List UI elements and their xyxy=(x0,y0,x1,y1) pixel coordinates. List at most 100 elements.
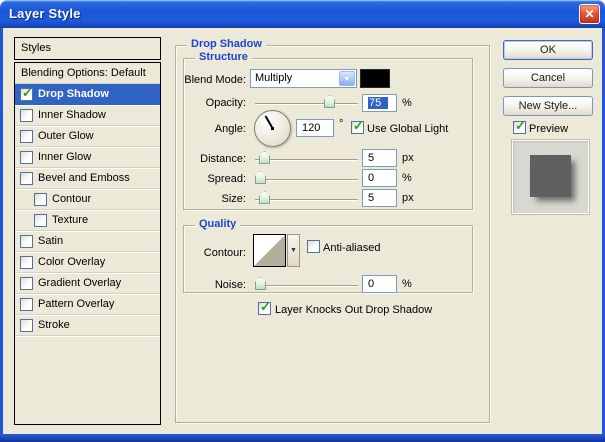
checkbox-icon[interactable] xyxy=(20,318,33,332)
sidebar-item-gradient-overlay[interactable]: Gradient Overlay xyxy=(15,273,160,294)
size-unit: px xyxy=(402,192,414,204)
ok-button[interactable]: OK xyxy=(503,40,593,60)
layer-style-dialog: Layer Style ✕ Styles Blending Options: D… xyxy=(0,0,605,442)
sidebar-item-label: Inner Shadow xyxy=(38,109,106,121)
contour-thumbnail[interactable] xyxy=(253,234,286,267)
checkbox-icon[interactable] xyxy=(20,150,33,164)
sidebar-item-texture[interactable]: Texture xyxy=(15,210,160,231)
checkbox-icon[interactable] xyxy=(20,276,33,290)
window-border-left xyxy=(0,28,3,442)
contour-label: Contour: xyxy=(203,247,246,259)
size-label: Size: xyxy=(221,193,246,205)
quality-group-title: Quality xyxy=(195,218,241,230)
distance-slider[interactable] xyxy=(255,150,358,164)
preview-label: Preview xyxy=(529,123,569,135)
distance-unit: px xyxy=(402,152,414,164)
angle-value: 120 xyxy=(302,122,321,134)
layer-knocks-out-checkbox[interactable] xyxy=(258,300,271,315)
spread-field[interactable]: 0 xyxy=(362,169,397,187)
checkbox-icon[interactable] xyxy=(34,213,47,227)
distance-slider-track[interactable] xyxy=(255,159,358,161)
noise-label: Noise: xyxy=(214,279,246,291)
angle-hub xyxy=(271,127,274,130)
sidebar-item-stroke[interactable]: Stroke xyxy=(15,315,160,336)
use-global-light-label: Use Global Light xyxy=(367,123,449,135)
size-slider-thumb[interactable] xyxy=(259,191,270,204)
sidebar-item-blending-options-default[interactable]: Blending Options: Default xyxy=(15,63,160,84)
cancel-button[interactable]: Cancel xyxy=(503,68,593,88)
checkbox-icon[interactable] xyxy=(20,86,33,101)
sidebar-item-inner-shadow[interactable]: Inner Shadow xyxy=(15,105,160,126)
noise-slider-thumb[interactable] xyxy=(255,277,266,290)
distance-value: 5 xyxy=(368,152,375,164)
noise-slider-track[interactable] xyxy=(255,285,358,287)
opacity-field[interactable]: 75 xyxy=(362,94,397,112)
checkbox-icon[interactable] xyxy=(20,255,33,269)
checkbox-icon[interactable] xyxy=(20,234,33,248)
size-value: 5 xyxy=(368,192,375,204)
angle-dial[interactable] xyxy=(254,110,291,147)
size-slider-track[interactable] xyxy=(255,199,358,201)
sidebar-item-label: Drop Shadow xyxy=(38,88,109,100)
size-field[interactable]: 5 xyxy=(362,189,397,207)
blend-mode-label: Blend Mode: xyxy=(184,74,246,86)
anti-aliased-checkbox[interactable] xyxy=(307,240,320,253)
blend-mode-select[interactable]: Multiply ▼ xyxy=(250,69,357,88)
checkbox-icon[interactable] xyxy=(20,297,33,311)
spread-slider-thumb[interactable] xyxy=(255,171,266,184)
noise-field[interactable]: 0 xyxy=(362,275,397,293)
chevron-down-icon[interactable]: ▼ xyxy=(339,71,355,86)
opacity-slider[interactable] xyxy=(255,94,358,108)
size-slider[interactable] xyxy=(255,190,358,204)
sidebar-item-contour[interactable]: Contour xyxy=(15,189,160,210)
spread-label: Spread: xyxy=(207,173,246,185)
checkbox-icon[interactable] xyxy=(34,192,47,206)
styles-header: Styles xyxy=(14,37,161,60)
contour-dropdown-icon[interactable]: ▼ xyxy=(287,234,300,267)
structure-group-title: Structure xyxy=(195,51,252,63)
layer-knocks-out-label: Layer Knocks Out Drop Shadow xyxy=(275,304,433,316)
distance-slider-thumb[interactable] xyxy=(259,151,270,164)
use-global-light-checkbox[interactable] xyxy=(351,119,364,134)
spread-value: 0 xyxy=(368,172,375,184)
sidebar-item-label: Contour xyxy=(52,193,92,205)
sidebar-item-color-overlay[interactable]: Color Overlay xyxy=(15,252,160,273)
sidebar-item-label: Color Overlay xyxy=(38,256,106,268)
opacity-slider-thumb[interactable] xyxy=(324,95,335,108)
checkbox-icon[interactable] xyxy=(20,129,33,143)
new-style-button[interactable]: New Style... xyxy=(503,96,593,116)
noise-slider[interactable] xyxy=(255,276,358,290)
preview-layer-square xyxy=(530,155,571,197)
checkbox-icon[interactable] xyxy=(20,108,33,122)
sidebar-item-label: Bevel and Emboss xyxy=(38,172,130,184)
shadow-color-swatch[interactable] xyxy=(360,69,390,88)
anti-aliased-label: Anti-aliased xyxy=(323,242,381,254)
sidebar-item-inner-glow[interactable]: Inner Glow xyxy=(15,147,160,168)
sidebar-item-outer-glow[interactable]: Outer Glow xyxy=(15,126,160,147)
spread-slider[interactable] xyxy=(255,170,358,184)
preview-panel xyxy=(511,139,590,215)
angle-unit: ° xyxy=(339,118,344,130)
checkbox-icon[interactable] xyxy=(20,171,33,185)
angle-label: Angle: xyxy=(214,123,246,135)
sidebar-item-drop-shadow[interactable]: Drop Shadow xyxy=(15,84,160,105)
sidebar-item-bevel-and-emboss[interactable]: Bevel and Emboss xyxy=(15,168,160,189)
noise-unit: % xyxy=(402,278,412,290)
sidebar-item-pattern-overlay[interactable]: Pattern Overlay xyxy=(15,294,160,315)
angle-field[interactable]: 120 xyxy=(296,119,334,137)
blend-mode-value: Multiply xyxy=(255,72,293,84)
spread-slider-track[interactable] xyxy=(255,179,358,181)
title-bar[interactable]: Layer Style ✕ xyxy=(0,0,605,28)
sidebar-item-label: Outer Glow xyxy=(38,130,94,142)
distance-field[interactable]: 5 xyxy=(362,149,397,167)
distance-label: Distance: xyxy=(200,153,246,165)
sidebar-item-label: Blending Options: Default xyxy=(21,67,146,79)
close-icon[interactable]: ✕ xyxy=(579,4,600,24)
window-title: Layer Style xyxy=(9,6,81,21)
sidebar-item-label: Satin xyxy=(38,235,64,247)
drop-shadow-group-title: Drop Shadow xyxy=(187,38,266,50)
sidebar-item-satin[interactable]: Satin xyxy=(15,231,160,252)
opacity-slider-track[interactable] xyxy=(255,103,358,105)
sidebar-item-label: Texture xyxy=(52,214,89,226)
preview-checkbox[interactable] xyxy=(513,119,526,134)
